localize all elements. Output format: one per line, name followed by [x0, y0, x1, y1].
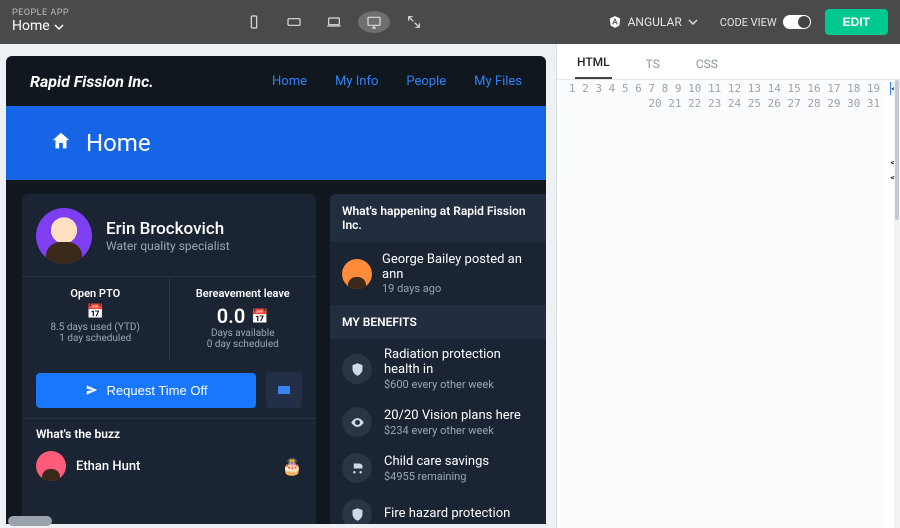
angular-icon [608, 15, 622, 29]
workspace: Rapid Fission Inc. Home My Info People M… [0, 44, 900, 528]
chevron-down-icon [54, 22, 64, 32]
list-item[interactable]: George Bailey posted an ann 19 days ago [330, 242, 546, 305]
phone-viewport-icon[interactable] [238, 11, 270, 33]
mail-icon [276, 382, 292, 398]
request-time-off-button[interactable]: Request Time Off [36, 373, 256, 408]
cake-icon: 🎂 [282, 457, 302, 476]
stat-bereavement: Bereavement leave 0.0 📅 Days available 0… [169, 277, 317, 362]
benefits-title: MY BENEFITS [330, 305, 546, 339]
profile-card: Erin Brockovich Water quality specialist… [22, 194, 316, 524]
tab-ts[interactable]: TS [644, 49, 662, 79]
stat-open-pto: Open PTO 📅 8.5 days used (YTD) 1 day sch… [22, 277, 169, 362]
app-identity[interactable]: PEOPLE APP Home [12, 9, 69, 34]
mail-button[interactable] [266, 372, 302, 408]
calendar-icon: 📅 [28, 304, 163, 320]
profile-role: Water quality specialist [106, 239, 230, 253]
nav-myfiles[interactable]: My Files [474, 74, 522, 89]
code-pane: HTML TS CSS 1 2 3 4 5 6 7 8 9 10 11 12 1… [556, 44, 900, 528]
eye-icon [342, 407, 372, 437]
vertical-scrollbar[interactable] [894, 80, 900, 528]
preview-nav: Rapid Fission Inc. Home My Info People M… [6, 56, 546, 106]
activity-card: What's happening at Rapid Fission Inc. G… [330, 194, 546, 524]
tab-css[interactable]: CSS [694, 49, 720, 79]
laptop-icon[interactable] [318, 11, 350, 33]
page-title: Home [86, 129, 151, 157]
list-item[interactable]: 20/20 Vision plans here$234 every other … [330, 399, 546, 445]
shield-icon [342, 354, 372, 384]
framework-dropdown[interactable]: ANGULAR [600, 11, 706, 33]
nav-people[interactable]: People [406, 74, 446, 89]
code-tabs: HTML TS CSS [557, 44, 900, 80]
list-item[interactable]: Child care savings$4955 remaining [330, 445, 546, 491]
app-home-dropdown: Home [12, 19, 69, 34]
desktop-icon[interactable] [358, 11, 390, 33]
avatar [36, 208, 92, 264]
nav-myinfo[interactable]: My Info [335, 74, 378, 89]
tablet-landscape-icon[interactable] [278, 11, 310, 33]
line-gutter: 1 2 3 4 5 6 7 8 9 10 11 12 13 14 15 16 1… [557, 80, 886, 528]
nav-home[interactable]: Home [272, 74, 307, 89]
stroller-icon [342, 453, 372, 483]
toggle-switch-icon [783, 15, 811, 29]
profile-name: Erin Brockovich [106, 219, 230, 239]
horizontal-scrollbar[interactable] [8, 516, 548, 526]
send-icon [85, 383, 99, 397]
happening-title: What's happening at Rapid Fission Inc. [330, 194, 546, 242]
avatar [36, 451, 66, 481]
tab-html[interactable]: HTML [575, 47, 612, 79]
preview-canvas: Rapid Fission Inc. Home My Info People M… [0, 44, 556, 528]
buzz-title: What's the buzz [22, 418, 316, 447]
expand-icon[interactable] [398, 11, 430, 33]
avatar [342, 259, 372, 289]
code-editor[interactable]: 1 2 3 4 5 6 7 8 9 10 11 12 13 14 15 16 1… [557, 80, 900, 528]
calendar-icon: 📅 [251, 309, 268, 325]
list-item[interactable]: Radiation protection health in$600 every… [330, 339, 546, 399]
list-item[interactable]: Ethan Hunt 🎂 [22, 447, 316, 485]
home-icon [50, 130, 72, 157]
code-view-toggle[interactable]: CODE VIEW [720, 15, 811, 29]
brand-title: Rapid Fission Inc. [30, 72, 154, 91]
code-body[interactable]: <t-attr">class="t-tag">div t-attr">class… [886, 80, 894, 528]
chevron-down-icon [688, 17, 698, 27]
edit-button[interactable]: EDIT [825, 9, 888, 35]
app-topbar: PEOPLE APP Home ANGULAR CODE VIEW EDIT [0, 0, 900, 44]
page-hero: Home [6, 106, 546, 180]
